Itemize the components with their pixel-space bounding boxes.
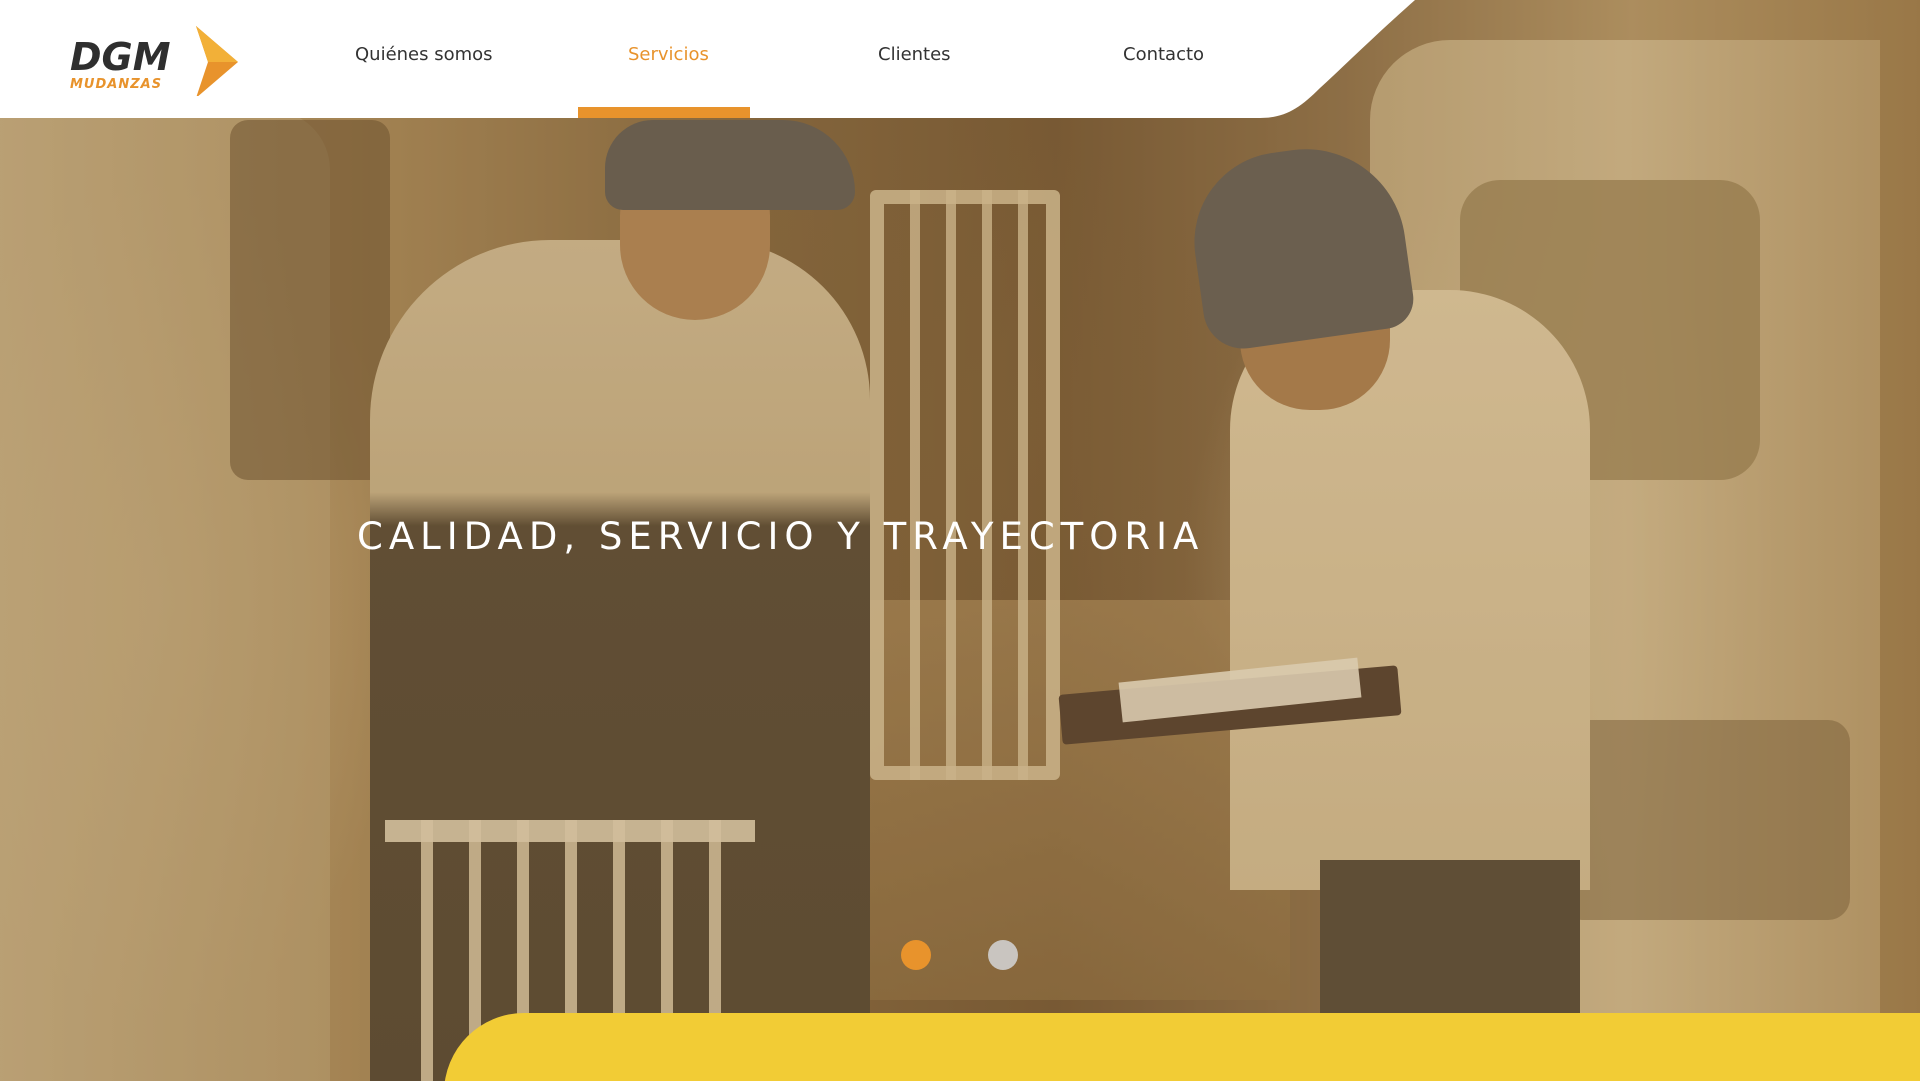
header-background — [0, 0, 1415, 118]
worker-two-head-shape — [1240, 230, 1390, 410]
van-door-window-shape — [1460, 180, 1760, 480]
worker-one-cap-shape — [605, 120, 855, 210]
worker-two-shape — [1230, 290, 1590, 890]
active-nav-indicator — [578, 107, 750, 118]
hero-headline: CALIDAD, SERVICIO Y TRAYECTORIA — [357, 515, 1205, 558]
carousel-dot-1[interactable] — [901, 940, 931, 970]
site-header: DGM MUDANZAS Quiénes somos Servicios Cli… — [0, 0, 1920, 120]
nav-item-clientes[interactable]: Clientes — [878, 44, 951, 65]
page: DGM MUDANZAS Quiénes somos Servicios Cli… — [0, 0, 1920, 1081]
van-side-shape — [0, 110, 330, 1081]
nav-item-servicios[interactable]: Servicios — [628, 44, 709, 65]
yellow-bottom-band — [444, 1013, 1920, 1081]
paper-shape — [1118, 657, 1362, 723]
van-door-panel-shape — [1560, 720, 1850, 920]
chair-shape — [870, 190, 1060, 780]
worker-one-shape — [370, 240, 870, 1081]
van-door-shape — [1370, 40, 1880, 1040]
van-window-shape — [230, 120, 390, 480]
boxes-shape — [830, 600, 1290, 1000]
carousel-dot-2[interactable] — [988, 940, 1018, 970]
worker-two-cap-shape — [1182, 136, 1418, 354]
nav-item-contacto[interactable]: Contacto — [1123, 44, 1204, 65]
clipboard-shape — [1058, 665, 1402, 745]
dgm-mudanzas-logo[interactable]: DGM MUDANZAS — [68, 22, 246, 96]
worker-one-head-shape — [620, 150, 770, 320]
logo-subtext: MUDANZAS — [70, 77, 162, 92]
logo-text: DGM — [70, 35, 171, 79]
nav-item-quienes-somos[interactable]: Quiénes somos — [355, 44, 493, 65]
